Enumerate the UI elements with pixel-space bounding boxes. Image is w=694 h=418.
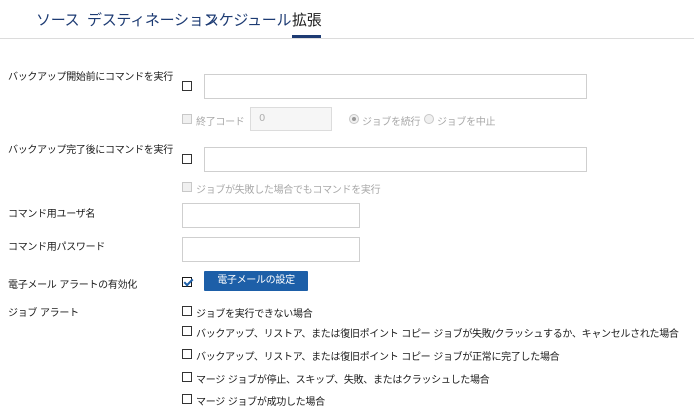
tab-destination[interactable]: デスティネーション (87, 9, 218, 30)
abort-job-label: ジョブを中止 (437, 117, 496, 128)
pre-command-checkbox[interactable] (182, 81, 192, 91)
post-command-label: バックアップ完了後にコマンドを実行 (8, 145, 173, 156)
exit-code-label: 終了コード (196, 117, 245, 128)
command-user-input[interactable] (182, 203, 360, 228)
exit-code-checkbox[interactable] (182, 114, 192, 124)
pre-command-label: バックアップ開始前にコマンドを実行 (8, 72, 173, 83)
alert-merge-success-label: マージ ジョブが成功した場合 (196, 397, 325, 408)
continue-job-radio[interactable] (349, 114, 359, 124)
alert-merge-failed-label: マージ ジョブが停止、スキップ、失敗、またはクラッシュした場合 (196, 375, 490, 386)
post-command-input[interactable] (204, 147, 587, 172)
run-on-fail-checkbox[interactable] (182, 182, 192, 192)
alert-job-success-checkbox[interactable] (182, 349, 192, 359)
tab-schedule[interactable]: スケジュール (204, 9, 291, 30)
alert-merge-success-checkbox[interactable] (182, 394, 192, 404)
post-command-checkbox[interactable] (182, 154, 192, 164)
alert-job-failed-checkbox[interactable] (182, 326, 192, 336)
command-password-input[interactable] (182, 237, 360, 262)
alert-merge-failed-checkbox[interactable] (182, 372, 192, 382)
tab-advanced[interactable]: 拡張 (292, 9, 322, 38)
tab-bar: ソース デスティネーション スケジュール 拡張 (0, 0, 694, 39)
command-password-label: コマンド用パスワード (8, 242, 105, 253)
abort-job-radio[interactable] (424, 114, 434, 124)
alert-job-failed-label: バックアップ、リストア、または復旧ポイント コピー ジョブが失敗/クラッシュする… (196, 329, 679, 340)
continue-job-label: ジョブを続行 (362, 117, 421, 128)
exit-code-input[interactable]: 0 (250, 107, 332, 131)
tab-source[interactable]: ソース (36, 9, 80, 30)
command-user-label: コマンド用ユーザ名 (8, 209, 96, 220)
alert-job-missed-checkbox[interactable] (182, 306, 192, 316)
email-settings-button[interactable]: 電子メールの設定 (204, 271, 308, 291)
alert-job-success-label: バックアップ、リストア、または復旧ポイント コピー ジョブが正常に完了した場合 (196, 352, 560, 363)
alert-job-missed-label: ジョブを実行できない場合 (196, 309, 313, 320)
pre-command-input[interactable] (204, 74, 587, 99)
run-on-fail-label: ジョブが失敗した場合でもコマンドを実行 (196, 185, 381, 196)
email-alert-checkbox[interactable] (182, 277, 192, 287)
job-alert-label: ジョブ アラート (8, 308, 79, 319)
email-alert-label: 電子メール アラートの有効化 (8, 280, 137, 291)
